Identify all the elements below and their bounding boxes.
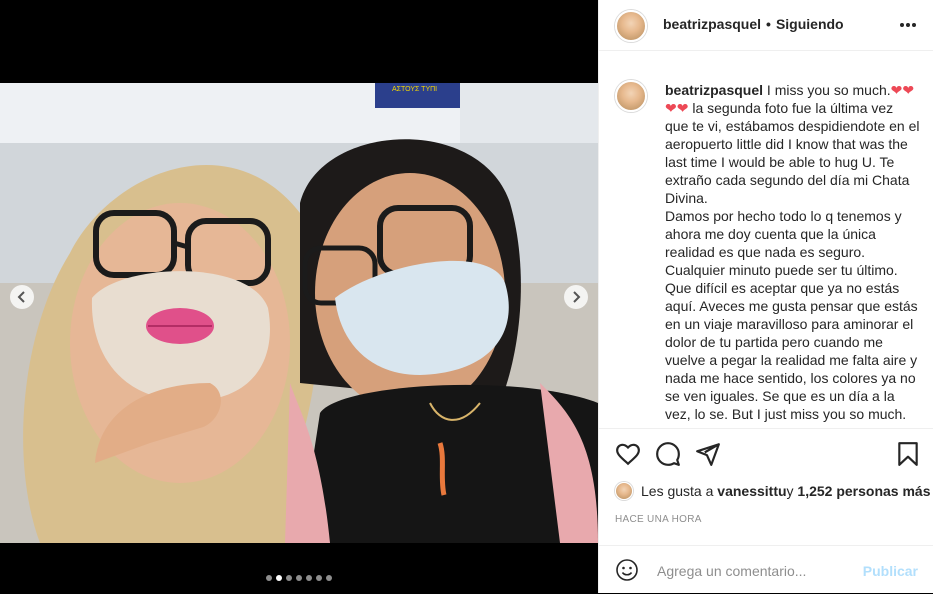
heart-icon[interactable] <box>615 441 641 467</box>
avatar[interactable] <box>615 10 647 42</box>
next-photo-button[interactable] <box>564 285 588 309</box>
likes-count-link[interactable]: 1,252 personas más <box>797 483 930 499</box>
carousel-dot <box>306 575 312 581</box>
previous-photo-button[interactable] <box>10 285 34 309</box>
carousel-dot-active <box>276 575 282 581</box>
comment-icon[interactable] <box>655 441 681 467</box>
liker-avatar[interactable] <box>615 482 633 500</box>
chevron-left-icon <box>17 291 25 303</box>
post-actions <box>599 428 933 485</box>
more-options-icon[interactable] <box>898 18 918 32</box>
bookmark-icon[interactable] <box>895 441 921 467</box>
caption-start: I miss you so much. <box>766 82 891 98</box>
carousel-dot <box>326 575 332 581</box>
post-details-panel: beatrizpasquel • Siguiendo beatrizpasque… <box>598 0 933 593</box>
airport-sign: ΑΣΤΟΥΣ ΤΥΠΙ <box>392 86 437 93</box>
caption-username[interactable]: beatrizpasquel <box>665 82 763 98</box>
carousel-dot <box>266 575 272 581</box>
caption-avatar[interactable] <box>615 80 647 112</box>
caption-body: la segunda foto fue la última vez que te… <box>665 100 920 422</box>
comment-input[interactable] <box>655 558 859 584</box>
carousel-dot <box>286 575 292 581</box>
liker-username[interactable]: vanessittu <box>717 483 786 499</box>
photo-illustration: ΑΣΤΟΥΣ ΤΥΠΙ <box>0 83 598 543</box>
likes-prefix: Les gusta a <box>641 483 714 499</box>
post-timestamp[interactable]: HACE UNA HORA <box>615 514 702 525</box>
post-photo[interactable]: ΑΣΤΟΥΣ ΤΥΠΙ <box>0 83 598 543</box>
post-header: beatrizpasquel • Siguiendo <box>599 0 933 51</box>
carousel-indicator <box>266 575 332 581</box>
likes-summary: Les gusta a vanessittu y 1,252 personas … <box>615 482 931 500</box>
emoji-icon[interactable] <box>615 558 639 582</box>
heart-emoji: ❤❤ <box>665 100 689 116</box>
comment-bar: Publicar <box>599 545 933 594</box>
share-icon[interactable] <box>695 441 721 467</box>
chevron-right-icon <box>573 291 581 303</box>
carousel-dot <box>296 575 302 581</box>
post-comment-button[interactable]: Publicar <box>863 563 918 579</box>
separator-dot: • <box>766 16 771 32</box>
likes-conjunction: y <box>786 483 794 499</box>
heart-emoji: ❤❤ <box>890 82 915 98</box>
post-media: ΑΣΤΟΥΣ ΤΥΠΙ <box>0 0 598 593</box>
following-button[interactable]: Siguiendo <box>776 16 844 32</box>
post-caption: beatrizpasquel I miss you so much.❤❤ ❤❤ … <box>665 81 920 423</box>
carousel-dot <box>316 575 322 581</box>
username-link[interactable]: beatrizpasquel <box>663 16 761 32</box>
